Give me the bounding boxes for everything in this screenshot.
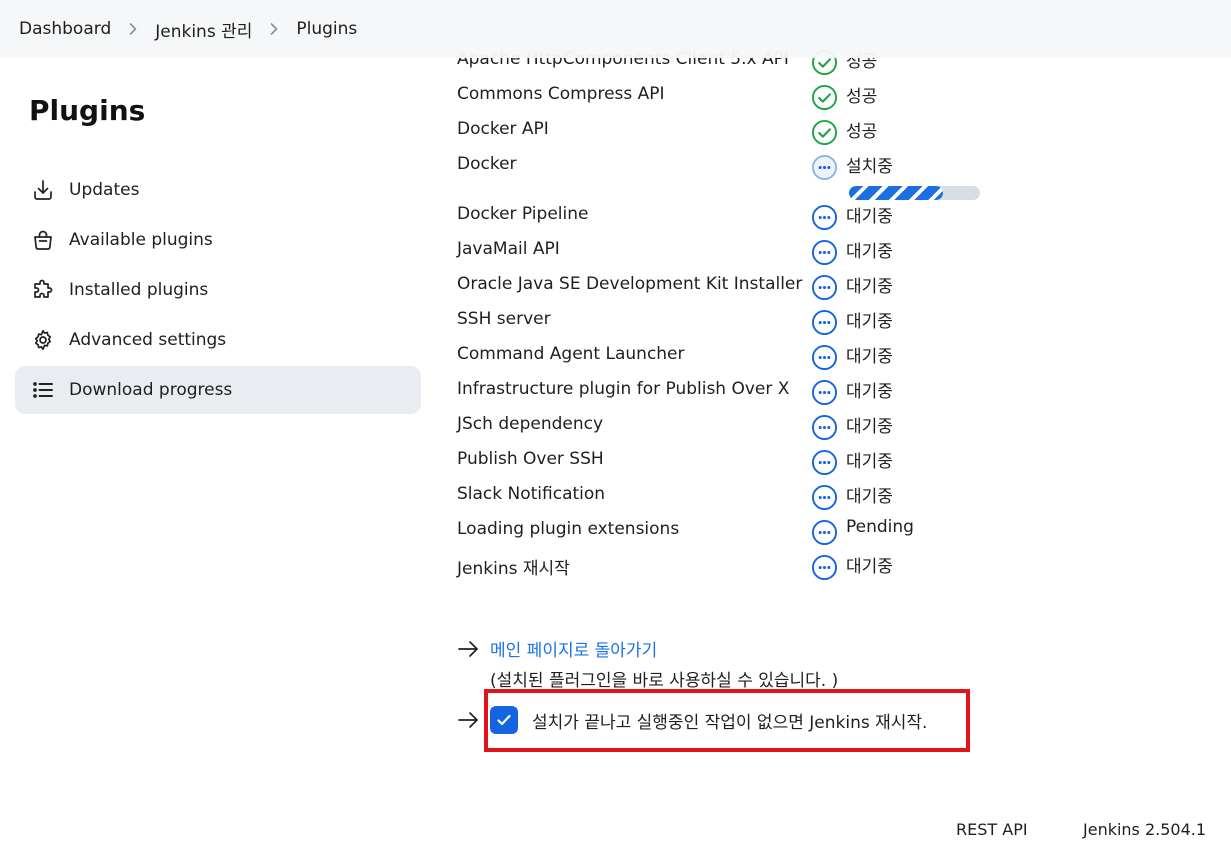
check-circle-icon bbox=[811, 84, 838, 111]
sidebar-item-installed-plugins[interactable]: Installed plugins bbox=[15, 266, 421, 314]
list-icon bbox=[31, 378, 55, 402]
plugin-status: 대기중 bbox=[846, 207, 893, 227]
pending-icon bbox=[811, 414, 838, 441]
plugin-name: Docker bbox=[457, 154, 517, 174]
sidebar-item-updates[interactable]: Updates bbox=[15, 166, 421, 214]
plugin-name: Jenkins 재시작 bbox=[457, 559, 570, 579]
plugin-name: Loading plugin extensions bbox=[457, 519, 680, 539]
breadcrumb-dashboard[interactable]: Dashboard bbox=[19, 19, 111, 39]
back-to-main-row: 메인 페이지로 돌아가기 bbox=[457, 636, 657, 661]
pending-icon bbox=[811, 519, 838, 546]
back-to-main-link[interactable]: 메인 페이지로 돌아가기 bbox=[490, 636, 657, 661]
plugin-name: Oracle Java SE Development Kit Installer bbox=[457, 274, 803, 294]
list-item: Publish Over SSH 대기중 bbox=[457, 441, 1017, 476]
sidebar-item-label: Updates bbox=[69, 180, 140, 200]
plugin-name: Docker API bbox=[457, 119, 549, 139]
plugin-status: 대기중 bbox=[846, 347, 893, 367]
list-item: Docker 설치중 bbox=[457, 146, 1017, 200]
plugin-name: SSH server bbox=[457, 309, 551, 329]
list-item: JavaMail API 대기중 bbox=[457, 231, 1017, 266]
download-icon bbox=[31, 178, 55, 202]
breadcrumb-bar: Dashboard Jenkins 관리 Plugins bbox=[0, 0, 1231, 58]
plugin-name: Infrastructure plugin for Publish Over X bbox=[457, 379, 790, 399]
plugin-status: 설치중 bbox=[846, 157, 893, 177]
sidebar-item-advanced-settings[interactable]: Advanced settings bbox=[15, 316, 421, 364]
sidebar-item-label: Installed plugins bbox=[69, 280, 209, 300]
sidebar-item-label: Advanced settings bbox=[69, 330, 227, 350]
list-item: Docker Pipeline 대기중 bbox=[457, 196, 1017, 231]
plugin-status: 대기중 bbox=[846, 382, 893, 402]
list-item: Commons Compress API 성공 bbox=[457, 76, 1017, 111]
restart-option-row: 설치가 끝나고 실행중인 작업이 없으면 Jenkins 재시작. bbox=[457, 706, 927, 734]
sidebar-item-label: Download progress bbox=[69, 380, 233, 400]
plugin-name: Slack Notification bbox=[457, 484, 606, 504]
breadcrumb-jenkins-manage[interactable]: Jenkins 관리 bbox=[155, 17, 252, 42]
shopping-bag-icon bbox=[31, 228, 55, 252]
plugin-status: 대기중 bbox=[846, 452, 893, 472]
pending-icon bbox=[811, 484, 838, 511]
plugin-status: Pending bbox=[846, 517, 914, 537]
arrow-right-icon bbox=[457, 638, 479, 660]
plugin-name: Docker Pipeline bbox=[457, 204, 589, 224]
breadcrumb-plugins[interactable]: Plugins bbox=[296, 19, 357, 39]
download-progress-list: Apache HttpComponents Client 5.x API 성공 … bbox=[457, 41, 1017, 581]
plugin-name: JSch dependency bbox=[457, 414, 604, 434]
list-item: JSch dependency 대기중 bbox=[457, 406, 1017, 441]
check-circle-icon bbox=[811, 119, 838, 146]
pending-icon bbox=[811, 379, 838, 406]
restart-checkbox-label[interactable]: 설치가 끝나고 실행중인 작업이 없으면 Jenkins 재시작. bbox=[532, 708, 927, 733]
pending-icon bbox=[811, 449, 838, 476]
puzzle-icon bbox=[31, 278, 55, 302]
plugin-status: 성공 bbox=[846, 87, 878, 107]
sidebar-item-label: Available plugins bbox=[69, 230, 213, 250]
pending-icon bbox=[811, 344, 838, 371]
chevron-right-icon bbox=[111, 22, 155, 36]
list-item: Jenkins 재시작 대기중 bbox=[457, 546, 1017, 581]
pending-icon bbox=[811, 204, 838, 231]
list-item: Loading plugin extensions Pending bbox=[457, 511, 1017, 546]
list-item: Infrastructure plugin for Publish Over X… bbox=[457, 371, 1017, 406]
plugin-status: 대기중 bbox=[846, 277, 893, 297]
check-icon bbox=[497, 714, 511, 726]
restart-checkbox[interactable] bbox=[490, 706, 518, 734]
jenkins-version[interactable]: Jenkins 2.504.1 bbox=[1083, 820, 1206, 839]
plugin-name: Publish Over SSH bbox=[457, 449, 604, 469]
arrow-right-icon bbox=[457, 709, 479, 731]
plugin-name: JavaMail API bbox=[457, 239, 560, 259]
plugin-status: 성공 bbox=[846, 122, 878, 142]
list-item: SSH server 대기중 bbox=[457, 301, 1017, 336]
list-item: Slack Notification 대기중 bbox=[457, 476, 1017, 511]
plugin-status: 대기중 bbox=[846, 312, 893, 332]
plugin-status: 대기중 bbox=[846, 557, 893, 577]
pending-icon bbox=[811, 239, 838, 266]
back-hint-text: (설치된 플러그인을 바로 사용하실 수 있습니다. ) bbox=[490, 671, 839, 691]
plugin-status: 대기중 bbox=[846, 417, 893, 437]
pending-icon bbox=[811, 309, 838, 336]
list-item: Docker API 성공 bbox=[457, 111, 1017, 146]
sidebar-nav: Updates Available plugins Installed plug… bbox=[15, 166, 421, 416]
plugin-status: 대기중 bbox=[846, 242, 893, 262]
plugin-name: Commons Compress API bbox=[457, 84, 665, 104]
installing-icon bbox=[811, 154, 838, 181]
list-item: Oracle Java SE Development Kit Installer… bbox=[457, 266, 1017, 301]
plugin-status: 대기중 bbox=[846, 487, 893, 507]
rest-api-link[interactable]: REST API bbox=[956, 820, 1028, 839]
pending-icon bbox=[811, 274, 838, 301]
sidebar-item-download-progress[interactable]: Download progress bbox=[15, 366, 421, 414]
list-item: Command Agent Launcher 대기중 bbox=[457, 336, 1017, 371]
page-title: Plugins bbox=[29, 94, 146, 127]
plugin-name: Command Agent Launcher bbox=[457, 344, 685, 364]
pending-icon bbox=[811, 554, 838, 581]
gear-icon bbox=[31, 328, 55, 352]
chevron-right-icon bbox=[252, 22, 296, 36]
sidebar-item-available-plugins[interactable]: Available plugins bbox=[15, 216, 421, 264]
